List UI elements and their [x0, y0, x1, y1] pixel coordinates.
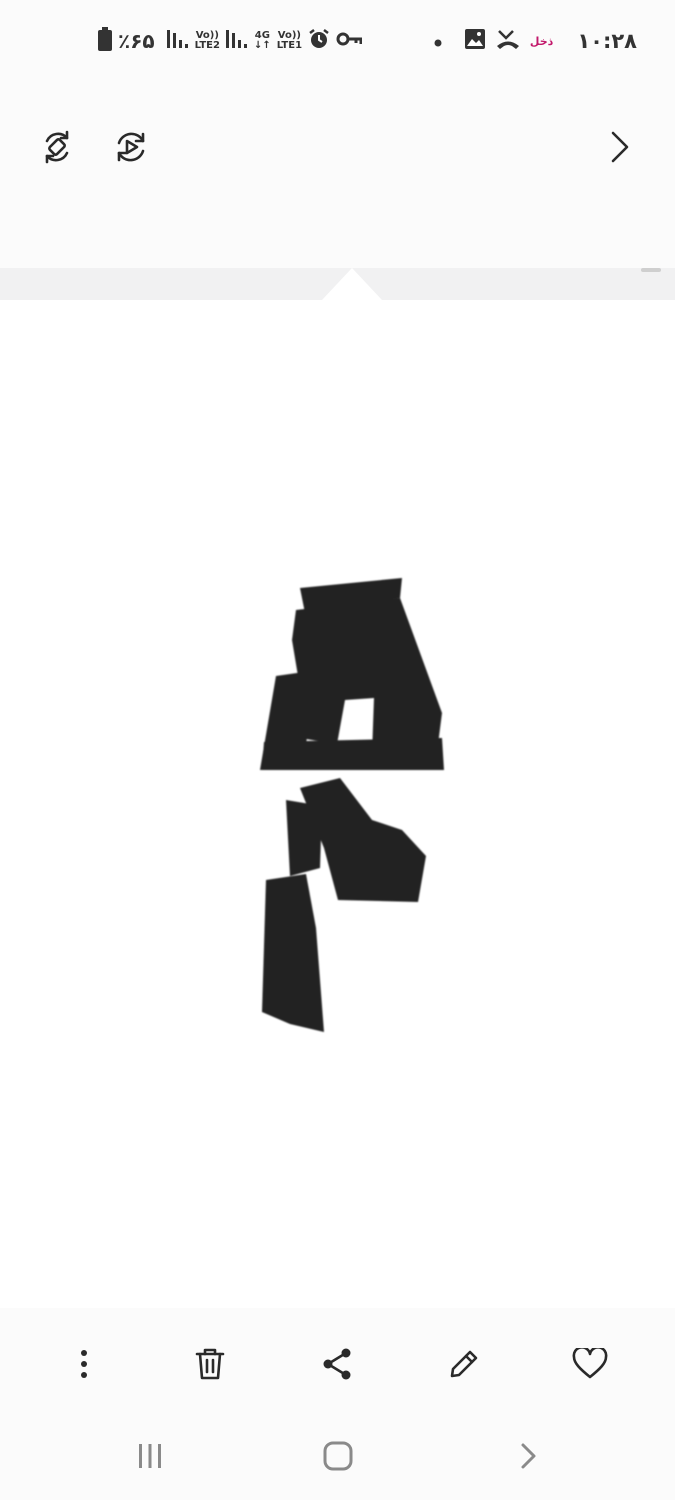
share-button[interactable]	[315, 1344, 359, 1388]
recents-icon	[136, 1442, 164, 1474]
home-icon	[323, 1441, 353, 1475]
status-bar: ٪۶۵ Vo)) LTE2 4G ↓↑ Vo)) LTE1 ذخل ۱۰:۲۸	[0, 0, 675, 80]
sim2-network-tag: Vo)) LTE2	[195, 31, 220, 51]
delete-icon	[194, 1346, 226, 1386]
battery-percent: ٪۶۵	[118, 29, 155, 53]
favorite-button[interactable]	[568, 1344, 612, 1388]
calligraphy-glyph	[260, 578, 444, 1032]
carrier-label: ذخل	[529, 34, 554, 48]
status-left-group: ٪۶۵ Vo)) LTE2 4G ↓↑ Vo)) LTE1	[98, 26, 363, 56]
auto-rotate-button[interactable]	[34, 126, 80, 172]
signal-icon	[166, 28, 189, 54]
edit-icon	[447, 1347, 481, 1385]
recents-button[interactable]	[124, 1434, 176, 1482]
data-tag-bottom: ↓↑	[253, 40, 271, 51]
navigation-bar	[0, 1420, 675, 1496]
dot-icon	[434, 32, 442, 51]
delete-button[interactable]	[188, 1344, 232, 1388]
sim1-tag-bottom: LTE1	[276, 40, 303, 51]
vpn-key-icon	[336, 30, 363, 52]
back-button[interactable]	[502, 1434, 554, 1482]
motion-photo-icon	[113, 129, 149, 169]
edit-button[interactable]	[442, 1344, 486, 1388]
share-icon	[321, 1347, 353, 1385]
favorite-icon	[572, 1346, 608, 1384]
image-viewer[interactable]	[0, 268, 675, 1308]
back-icon	[518, 1441, 538, 1475]
home-button[interactable]	[312, 1434, 364, 1482]
battery-icon	[98, 27, 112, 55]
more-options-icon	[79, 1348, 89, 1384]
signal-icon	[225, 28, 248, 54]
auto-rotate-icon	[39, 129, 75, 169]
bottom-toolbar	[0, 1330, 675, 1402]
status-right-group: ذخل ۱۰:۲۸	[434, 26, 637, 56]
viewer-top-bar	[0, 110, 675, 190]
chevron-right-icon	[607, 129, 631, 169]
motion-photo-button[interactable]	[108, 126, 154, 172]
data-network-tag: 4G ↓↑	[254, 31, 271, 51]
next-image-button[interactable]	[596, 126, 642, 172]
alarm-icon	[308, 28, 330, 54]
sim1-network-tag: Vo)) LTE1	[277, 31, 302, 51]
more-options-button[interactable]	[62, 1344, 106, 1388]
sim2-tag-bottom: LTE2	[194, 40, 220, 51]
clock: ۱۰:۲۸	[577, 29, 637, 53]
gallery-icon	[464, 28, 486, 54]
missed-call-icon	[496, 28, 520, 54]
